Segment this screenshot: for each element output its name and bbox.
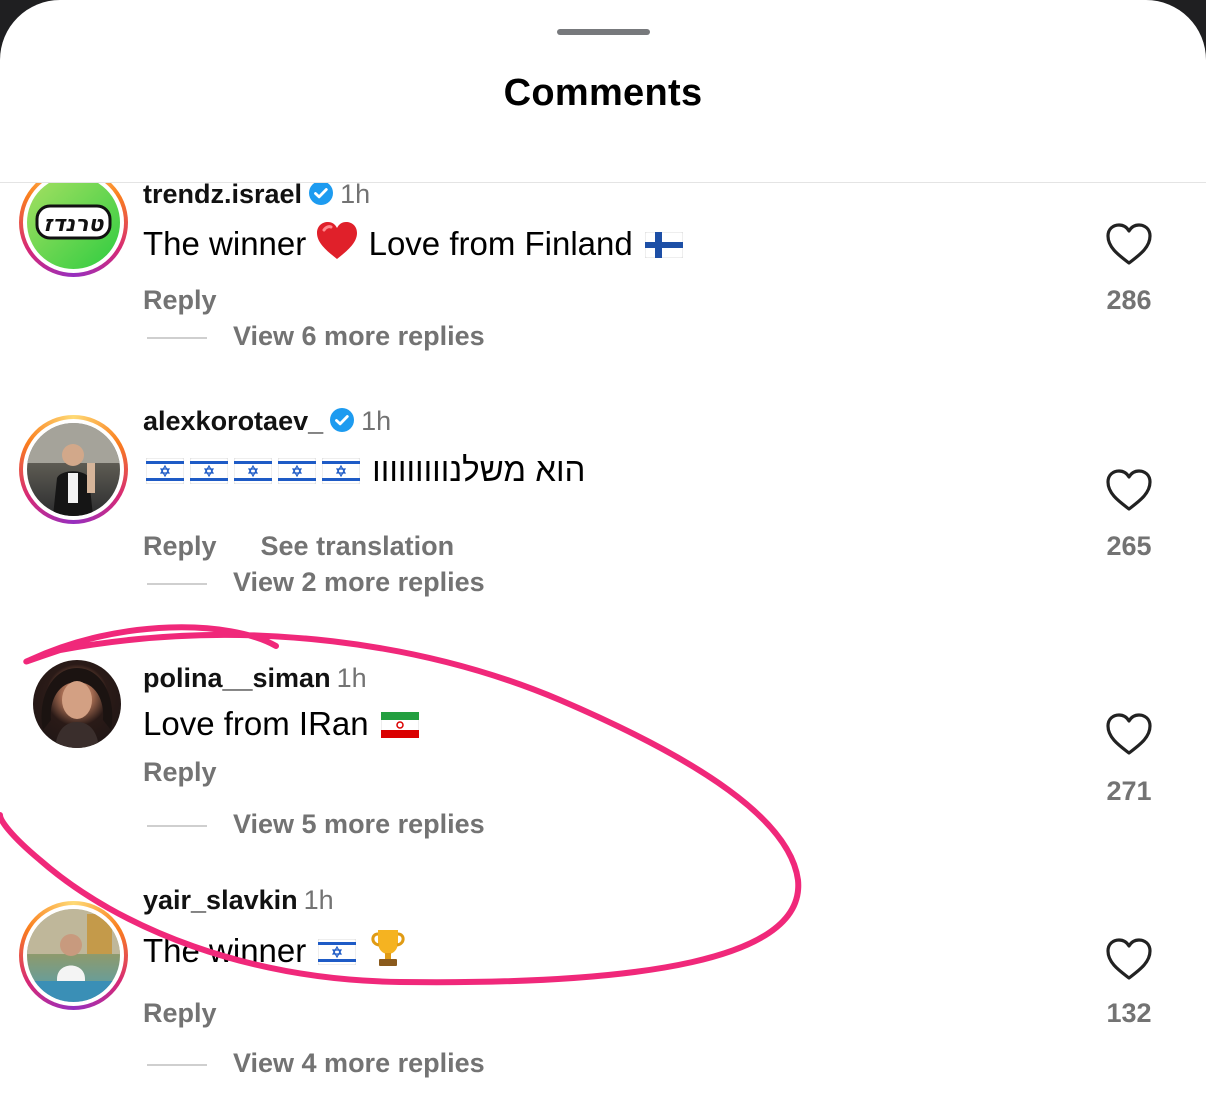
avatar[interactable]: [33, 660, 121, 748]
comment-text-part: The winner: [143, 225, 307, 262]
story-ring[interactable]: [19, 901, 128, 1010]
comment-text: Love from IRan: [143, 705, 422, 743]
view-replies-button[interactable]: View 4 more replies: [147, 1048, 485, 1079]
view-replies-button[interactable]: View 6 more replies: [147, 321, 485, 352]
like-count: 132: [1106, 998, 1152, 1028]
reply-button[interactable]: Reply: [143, 998, 217, 1028]
drag-handle[interactable]: [557, 29, 650, 35]
comment-text: The winner: [143, 928, 407, 970]
comment-actions: Reply: [143, 998, 217, 1029]
comment-meta: alexkorotaev_ 1h: [143, 406, 391, 437]
comment-list[interactable]: טרנדז trendz.israel 1h The winner Love fr…: [0, 183, 1206, 1115]
username[interactable]: polina__siman: [143, 663, 331, 693]
comment-text-part: Love from Finland: [368, 225, 633, 262]
username[interactable]: alexkorotaev_: [143, 406, 323, 436]
reply-button[interactable]: Reply: [143, 285, 217, 315]
comment-text-part: Love from IRan: [143, 705, 369, 742]
comment-item: alexkorotaev_ 1h הוא משלנווווווווו Reply S…: [0, 406, 1206, 645]
comment-meta: polina__siman 1h: [143, 663, 367, 694]
comment-actions: Reply: [143, 757, 217, 788]
heart-outline-icon[interactable]: [1104, 467, 1154, 513]
replies-line: [147, 582, 207, 585]
israel-flags: [143, 451, 363, 488]
avatar-photo: [41, 668, 113, 748]
like-count: 265: [1106, 531, 1152, 561]
heart-outline-icon[interactable]: [1104, 221, 1154, 267]
israel-flag-icon: [322, 458, 360, 484]
username[interactable]: yair_slavkin: [143, 885, 298, 915]
brand-logo: טרנדז: [35, 204, 112, 240]
israel-flag-icon: [190, 458, 228, 484]
view-replies-label: View 6 more replies: [233, 321, 485, 351]
avatar: [27, 423, 120, 516]
comments-sheet: Comments טרנדז trendz.israel 1h The winn…: [0, 0, 1206, 1115]
view-replies-label: View 5 more replies: [233, 809, 485, 839]
replies-line: [147, 1063, 207, 1066]
comment-text: הוא משלנווווווווו: [143, 451, 585, 489]
story-ring[interactable]: טרנדז: [19, 183, 128, 277]
avatar-photo: [27, 909, 120, 1002]
sheet-title: Comments: [503, 72, 703, 114]
see-translation-button[interactable]: See translation: [261, 531, 455, 561]
svg-text:טרנדז: טרנדז: [44, 212, 105, 237]
username[interactable]: trendz.israel: [143, 183, 302, 209]
verified-badge-icon: [330, 408, 355, 432]
comment-text: The winner Love from Finland: [143, 221, 686, 263]
heart-outline-icon[interactable]: [1104, 711, 1154, 757]
trophy-emoji-icon: [370, 930, 405, 966]
iran-flag-icon: [380, 712, 419, 738]
comment-item: yair_slavkin 1h The winner Reply View 4 m…: [0, 885, 1206, 1115]
comment-time: 1h: [336, 663, 367, 693]
story-ring[interactable]: [19, 415, 128, 524]
avatar-frame: טרנדז: [23, 183, 124, 273]
view-replies-button[interactable]: View 2 more replies: [147, 567, 485, 598]
israel-flag-icon: [234, 458, 272, 484]
comment-time: 1h: [361, 406, 392, 436]
heart-outline-icon[interactable]: [1104, 936, 1154, 982]
comment-time: 1h: [340, 183, 371, 209]
replies-line: [147, 336, 207, 339]
israel-flag-icon: [146, 458, 184, 484]
reply-button[interactable]: Reply: [143, 531, 217, 561]
avatar-photo: [27, 423, 120, 516]
comment-time: 1h: [303, 885, 334, 915]
avatar-frame: [23, 419, 124, 520]
like-count: 271: [1106, 776, 1152, 806]
replies-line: [147, 824, 207, 827]
avatar: [27, 909, 120, 1002]
avatar: טרנדז: [27, 183, 120, 269]
finland-flag-icon: [644, 232, 683, 258]
comment-text-part: הוא משלנווווווווו: [372, 451, 586, 488]
view-replies-label: View 4 more replies: [233, 1048, 485, 1078]
avatar-frame: [23, 905, 124, 1006]
view-replies-label: View 2 more replies: [233, 567, 485, 597]
israel-flag-icon: [318, 939, 357, 965]
comment-meta: trendz.israel 1h: [143, 183, 370, 210]
verified-badge-icon: [309, 183, 334, 205]
view-replies-button[interactable]: View 5 more replies: [147, 809, 485, 840]
comment-text-part: The winner: [143, 932, 307, 969]
red-heart-emoji-icon: [317, 222, 358, 259]
comment-actions: Reply: [143, 285, 217, 316]
like-count: 286: [1106, 285, 1152, 315]
comment-item: טרנדז trendz.israel 1h The winner Love fr…: [0, 183, 1206, 413]
comment-meta: yair_slavkin 1h: [143, 885, 334, 916]
comment-item: polina__siman 1h Love from IRan Reply Vie…: [0, 653, 1206, 883]
israel-flag-icon: [278, 458, 316, 484]
comment-actions: Reply See translation: [143, 531, 454, 562]
reply-button[interactable]: Reply: [143, 757, 217, 787]
